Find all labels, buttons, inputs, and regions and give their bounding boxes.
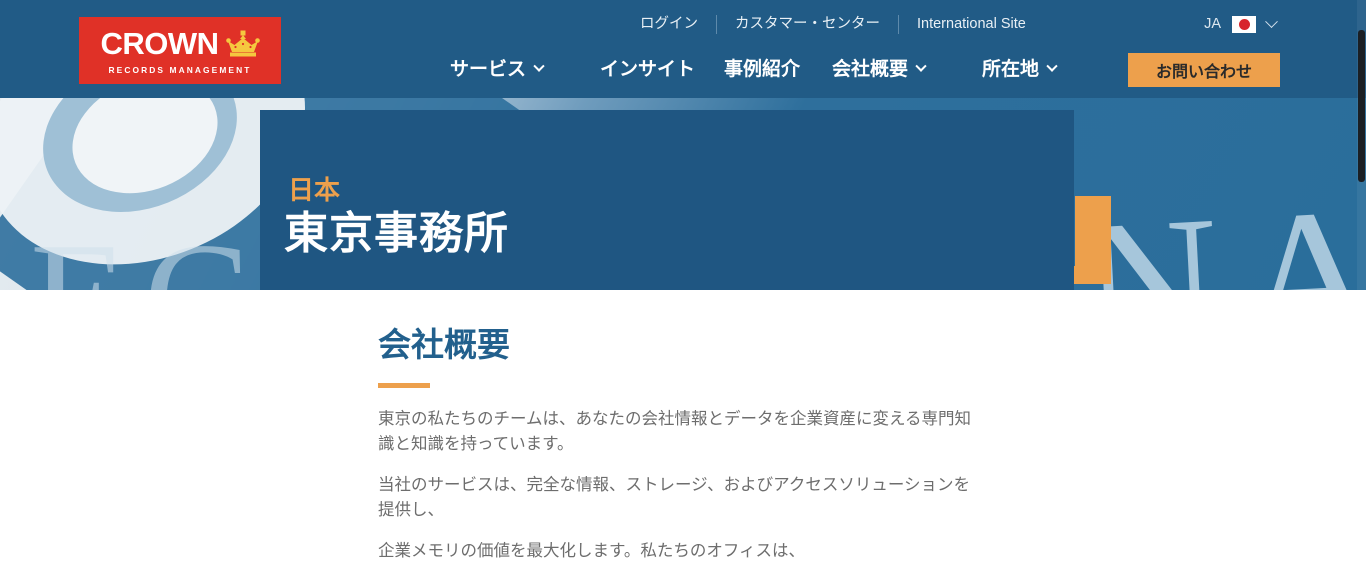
chevron-down-icon [533, 60, 545, 72]
language-selector[interactable]: JA [1204, 12, 1278, 36]
vertical-scrollbar-thumb[interactable] [1358, 30, 1365, 182]
utility-bar: ログイン カスタマー・センター International Site JA [0, 12, 1366, 36]
body-paragraph: 東京の私たちのチームは、あなたの会社情報とデータを企業資産に変える専門知識と知識… [378, 410, 972, 453]
body-paragraph: 企業メモリの価値を最大化します。私たちのオフィスは、 [378, 542, 806, 560]
hero-kicker: 日本 [288, 175, 341, 205]
nav-item-case-studies[interactable]: 事例紹介 [724, 54, 800, 84]
utility-divider [898, 14, 899, 34]
hero-text-panel: 日本 東京事務所 [260, 110, 1074, 290]
nav-item-label: 事例紹介 [724, 58, 801, 80]
nav-item-label: インサイト [600, 58, 696, 80]
nav-item-label: 会社概要 [832, 58, 909, 80]
hero-bg-letters-left: EC [30, 218, 266, 290]
utility-link-customer-center[interactable]: カスタマー・センター [735, 17, 880, 32]
nav-item-locations[interactable]: 所在地 [982, 54, 1058, 84]
language-code: JA [1204, 15, 1221, 32]
hero-bg-letters-right: NA [1076, 167, 1366, 290]
utility-links: ログイン カスタマー・センター International Site [640, 12, 1026, 36]
nav-item-label: サービス [450, 58, 527, 80]
chevron-down-icon [1265, 14, 1278, 28]
chevron-down-icon [915, 60, 927, 72]
utility-link-login[interactable]: ログイン [640, 17, 698, 32]
site-header: CROWN RECORDS MANAGEMENT ログイン カスタマー・センター… [0, 0, 1366, 98]
section-title-underline [378, 383, 430, 388]
section-title: 会社概要 [378, 326, 510, 363]
utility-link-international-site[interactable]: International Site [917, 17, 1026, 32]
main-content: 会社概要 東京の私たちのチームは、あなたの会社情報とデータを企業資産に変える専門… [0, 290, 1366, 566]
nav-item-company-overview[interactable]: 会社概要 [832, 54, 927, 84]
utility-divider [716, 14, 717, 34]
contact-us-button[interactable]: お問い合わせ [1128, 53, 1280, 87]
hero-title: 東京事務所 [284, 209, 509, 258]
nav-item-services[interactable]: サービス [450, 54, 545, 84]
corner-bracket-accent-icon [1053, 196, 1111, 284]
hero-banner: EC NA 日本 東京事務所 [0, 98, 1366, 290]
nav-item-insights[interactable]: インサイト [600, 54, 695, 84]
japan-flag-icon [1232, 15, 1256, 33]
chevron-down-icon [1046, 60, 1058, 72]
body-paragraph: 当社のサービスは、完全な情報、ストレージ、およびアクセスソリューションを提供し、 [378, 476, 971, 519]
nav-item-label: 所在地 [982, 58, 1040, 80]
